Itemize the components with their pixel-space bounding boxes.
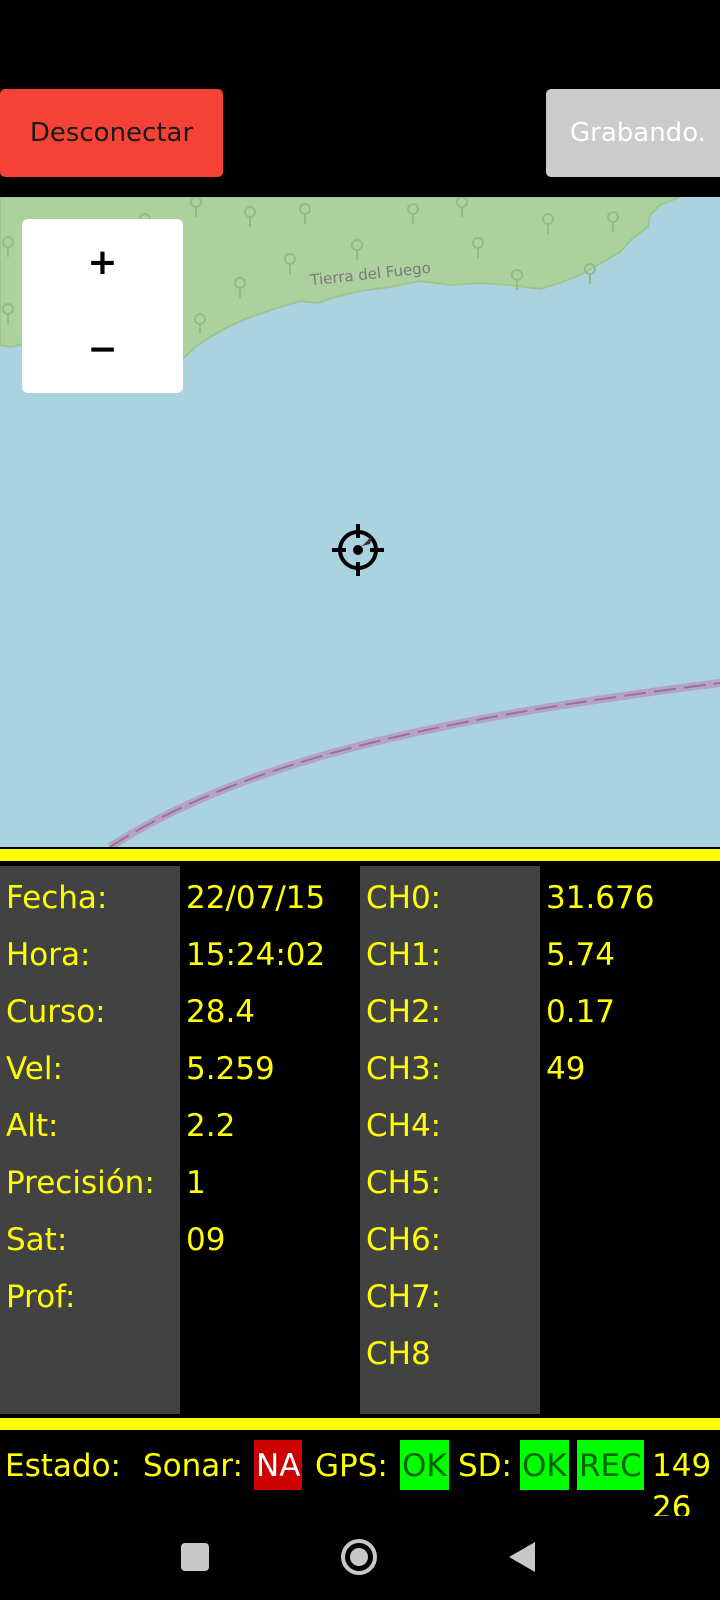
status-extra-value-2: 26 bbox=[652, 1490, 692, 1516]
label-ch7: CH7: bbox=[366, 1279, 442, 1315]
gps-label: GPS: bbox=[315, 1448, 388, 1484]
sd-label: SD: bbox=[458, 1448, 512, 1484]
sd-status-badge: OK bbox=[520, 1440, 569, 1490]
sonar-label: Sonar: bbox=[143, 1448, 243, 1484]
rec-status-badge: REC bbox=[577, 1440, 644, 1490]
divider-top bbox=[0, 849, 720, 861]
label-ch4: CH4: bbox=[366, 1108, 442, 1144]
label-hora: Hora: bbox=[6, 937, 91, 973]
recents-icon[interactable] bbox=[180, 1542, 210, 1572]
home-icon[interactable] bbox=[340, 1538, 378, 1576]
android-nav-bar bbox=[0, 1516, 720, 1600]
label-ch6: CH6: bbox=[366, 1222, 442, 1258]
label-ch0: CH0: bbox=[366, 880, 442, 916]
recording-button[interactable]: Grabando. bbox=[546, 89, 720, 177]
label-prof: Prof: bbox=[6, 1279, 76, 1315]
zoom-out-button[interactable]: − bbox=[22, 306, 183, 393]
label-ch5: CH5: bbox=[366, 1165, 442, 1201]
value-curso: 28.4 bbox=[186, 994, 256, 1030]
value-hora: 15:24:02 bbox=[186, 937, 326, 973]
telemetry-panel: Fecha: Hora: Curso: Vel: Alt: Precisión:… bbox=[0, 866, 720, 1414]
label-precision: Precisión: bbox=[6, 1165, 155, 1201]
channel-values-column: 31.676 5.74 0.17 49 bbox=[540, 866, 720, 1414]
gps-status-badge: OK bbox=[400, 1440, 449, 1490]
label-fecha: Fecha: bbox=[6, 880, 108, 916]
channel-labels-column: CH0: CH1: CH2: CH3: CH4: CH5: CH6: CH7: … bbox=[360, 866, 540, 1414]
sonar-status-badge: NA bbox=[254, 1440, 303, 1490]
value-vel: 5.259 bbox=[186, 1051, 275, 1087]
value-precision: 1 bbox=[186, 1165, 206, 1201]
label-ch3: CH3: bbox=[366, 1051, 442, 1087]
maritime-boundary bbox=[107, 679, 720, 847]
label-vel: Vel: bbox=[6, 1051, 63, 1087]
zoom-in-button[interactable]: + bbox=[22, 219, 183, 306]
disconnect-button[interactable]: Desconectar bbox=[0, 89, 223, 177]
divider-bottom bbox=[0, 1418, 720, 1430]
label-alt: Alt: bbox=[6, 1108, 59, 1144]
value-ch2: 0.17 bbox=[546, 994, 616, 1030]
zoom-control: + − bbox=[22, 219, 183, 393]
label-sat: Sat: bbox=[6, 1222, 68, 1258]
value-fecha: 22/07/15 bbox=[186, 880, 326, 916]
value-sat: 09 bbox=[186, 1222, 226, 1258]
label-ch8: CH8 bbox=[366, 1336, 431, 1372]
info-labels-column: Fecha: Hora: Curso: Vel: Alt: Precisión:… bbox=[0, 866, 180, 1414]
label-ch2: CH2: bbox=[366, 994, 442, 1030]
value-alt: 2.2 bbox=[186, 1108, 236, 1144]
label-ch1: CH1: bbox=[366, 937, 442, 973]
label-curso: Curso: bbox=[6, 994, 106, 1030]
estado-label: Estado: bbox=[5, 1448, 121, 1484]
value-ch1: 5.74 bbox=[546, 937, 616, 973]
status-bar: Estado: Sonar: NA GPS: OK SD: OK REC 149… bbox=[0, 1436, 720, 1516]
info-values-column: 22/07/15 15:24:02 28.4 5.259 2.2 1 09 bbox=[180, 866, 360, 1414]
value-ch0: 31.676 bbox=[546, 880, 655, 916]
status-bar-area bbox=[0, 0, 720, 88]
back-icon[interactable] bbox=[507, 1540, 537, 1574]
gps-location-marker bbox=[332, 524, 384, 576]
value-ch3: 49 bbox=[546, 1051, 586, 1087]
map-view[interactable]: Tierra del Fuego + − bbox=[0, 197, 720, 847]
